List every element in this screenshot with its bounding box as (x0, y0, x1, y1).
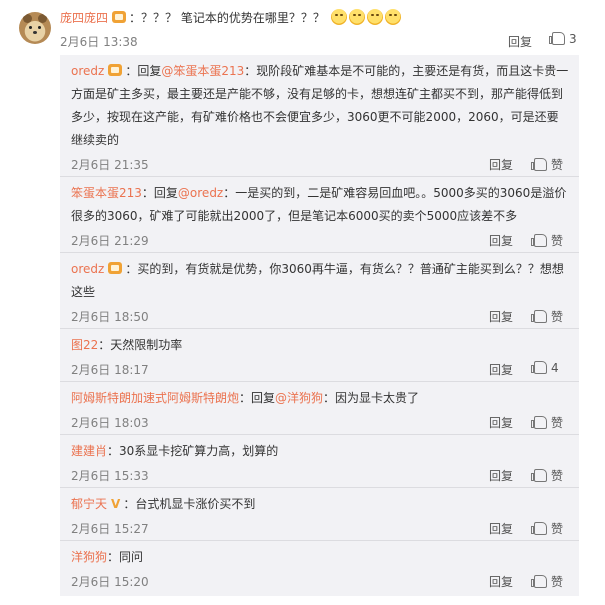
reply-time: 2月6日 18:17 (71, 363, 149, 377)
reply-item: 建建肖：30系显卡挖矿算力高，划算的 2月6日 15:33 回复 赞 (71, 440, 569, 483)
reply-meta: 2月6日 15:27 回复 赞 (71, 520, 569, 536)
like-button[interactable]: 赞 (531, 232, 563, 249)
reply-username[interactable]: oredz (71, 64, 104, 78)
like-button[interactable]: 赞 (531, 414, 563, 431)
main-comment-text: ：？？？ 笔记本的优势在哪里？？？ (129, 11, 325, 25)
reply-item: oredz ：回复@笨蛋本蛋213：现阶段矿难基本是不可能的，主要还是有货，而且这… (71, 60, 569, 172)
like-button[interactable]: 赞 (531, 308, 563, 325)
reply-text: 郁宁天 V ：台式机显卡涨价买不到 (71, 493, 569, 516)
reply-username[interactable]: 笨蛋本蛋213 (71, 186, 142, 200)
laughing-emoji-icon (348, 9, 365, 25)
reply-time: 2月6日 21:35 (71, 158, 149, 172)
laughing-emoji-icon (366, 9, 383, 25)
reply-username[interactable]: 洋狗狗 (71, 550, 107, 564)
reply-list: oredz ：回复@笨蛋本蛋213：现阶段矿难基本是不可能的，主要还是有货，而且这… (60, 55, 579, 596)
reply-text: oredz ：回复@笨蛋本蛋213：现阶段矿难基本是不可能的，主要还是有货，而且这… (71, 64, 569, 147)
reply-button[interactable]: 回复 (489, 308, 513, 325)
reply-item: 郁宁天 V ：台式机显卡涨价买不到 2月6日 15:27 回复 赞 (71, 493, 569, 536)
like-button[interactable]: 4 (531, 361, 559, 375)
reply-time: 2月6日 21:29 (71, 234, 149, 248)
thumbs-up-icon (531, 234, 547, 247)
reply-username[interactable]: 阿姆斯特朗加速式阿姆斯特朗炮 (71, 391, 239, 405)
vip-badge-icon (112, 11, 127, 23)
verified-badge-icon: V (111, 497, 121, 511)
main-comment-username[interactable]: 庞四庞四 (60, 11, 108, 25)
reply-text: 洋狗狗：同问 (71, 550, 144, 564)
divider (60, 434, 579, 435)
reply-button[interactable]: 回复 (489, 573, 513, 590)
reply-time: 2月6日 18:50 (71, 310, 149, 324)
thumbs-up-icon (531, 416, 547, 429)
like-button[interactable]: 赞 (531, 573, 563, 590)
vip-badge-icon (108, 262, 123, 274)
main-comment-like-button[interactable]: 3 (549, 32, 577, 46)
reply-text: 建建肖：30系显卡挖矿算力高，划算的 (71, 444, 279, 458)
reply-meta: 2月6日 18:03 回复 赞 (71, 414, 569, 430)
reply-item: 阿姆斯特朗加速式阿姆斯特朗炮：回复@洋狗狗：因为显卡太贵了 2月6日 18:03… (71, 387, 569, 430)
divider (60, 252, 579, 253)
reply-meta: 2月6日 18:17 回复 4 (71, 361, 569, 377)
reply-text: 图22：天然限制功率 (71, 338, 183, 352)
divider (60, 328, 579, 329)
thumbs-up-icon (531, 158, 547, 171)
reply-button[interactable]: 回复 (489, 414, 513, 431)
mention-link[interactable]: @oredz (178, 186, 223, 200)
reply-button[interactable]: 回复 (489, 361, 513, 378)
reply-text: 阿姆斯特朗加速式阿姆斯特朗炮：回复@洋狗狗：因为显卡太贵了 (71, 391, 420, 405)
mention-link[interactable]: @笨蛋本蛋213 (161, 64, 244, 78)
reply-text: oredz ：买的到，有货就是优势，你3060再牛逼，有货么？？普通矿主能买到么？… (71, 262, 564, 299)
divider (60, 176, 579, 177)
reply-meta: 2月6日 15:33 回复 赞 (71, 467, 569, 483)
like-button[interactable]: 赞 (531, 156, 563, 173)
like-button[interactable]: 赞 (531, 520, 563, 537)
thumbs-up-icon (531, 469, 547, 482)
reply-meta: 2月6日 15:20 回复 赞 (71, 573, 569, 589)
reply-time: 2月6日 18:03 (71, 416, 149, 430)
reply-button[interactable]: 回复 (489, 232, 513, 249)
reply-button[interactable]: 回复 (489, 156, 513, 173)
laughing-emoji-icon (330, 9, 347, 25)
divider (60, 487, 579, 488)
reply-username[interactable]: 建建肖 (71, 444, 107, 458)
reply-meta: 2月6日 21:29 回复 赞 (71, 232, 569, 248)
main-comment: 庞四庞四 ：？？？ 笔记本的优势在哪里？？？ 2月6日 13:38 回复 3 (0, 0, 605, 60)
reply-meta: 2月6日 18:50 回复 赞 (71, 308, 569, 324)
main-comment-line: 庞四庞四 ：？？？ 笔记本的优势在哪里？？？ (60, 9, 401, 26)
reply-username[interactable]: 郁宁天 (71, 497, 107, 511)
thumbs-up-icon (531, 310, 547, 323)
reply-meta: 2月6日 21:35 回复 赞 (71, 156, 569, 172)
main-comment-time: 2月6日 13:38 (60, 35, 138, 49)
reply-time: 2月6日 15:33 (71, 469, 149, 483)
reply-button[interactable]: 回复 (489, 467, 513, 484)
thumbs-up-icon (531, 361, 547, 374)
divider (60, 540, 579, 541)
reply-time: 2月6日 15:20 (71, 575, 149, 589)
mention-link[interactable]: @洋狗狗 (275, 391, 323, 405)
reply-time: 2月6日 15:27 (71, 522, 149, 536)
reply-item: 图22：天然限制功率 2月6日 18:17 回复 4 (71, 334, 569, 377)
thumbs-up-icon (531, 522, 547, 535)
bear-avatar[interactable] (19, 12, 51, 44)
vip-badge-icon (108, 64, 123, 76)
thumbs-up-icon (549, 32, 565, 45)
reply-item: oredz ：买的到，有货就是优势，你3060再牛逼，有货么？？普通矿主能买到么？… (71, 258, 569, 324)
like-count: 3 (569, 32, 577, 46)
reply-text: 笨蛋本蛋213：回复@oredz：一是买的到，二是矿难容易回血吧。。5000多买… (71, 186, 567, 223)
reply-username[interactable]: 图22 (71, 338, 98, 352)
reply-item: 笨蛋本蛋213：回复@oredz：一是买的到，二是矿难容易回血吧。。5000多买… (71, 182, 569, 248)
reply-item: 洋狗狗：同问 2月6日 15:20 回复 赞 (71, 546, 569, 589)
like-button[interactable]: 赞 (531, 467, 563, 484)
main-comment-reply-button[interactable]: 回复 (508, 33, 532, 50)
reply-button[interactable]: 回复 (489, 520, 513, 537)
thumbs-up-icon (531, 575, 547, 588)
divider (60, 381, 579, 382)
laughing-emoji-icon (384, 9, 401, 25)
reply-username[interactable]: oredz (71, 262, 104, 276)
